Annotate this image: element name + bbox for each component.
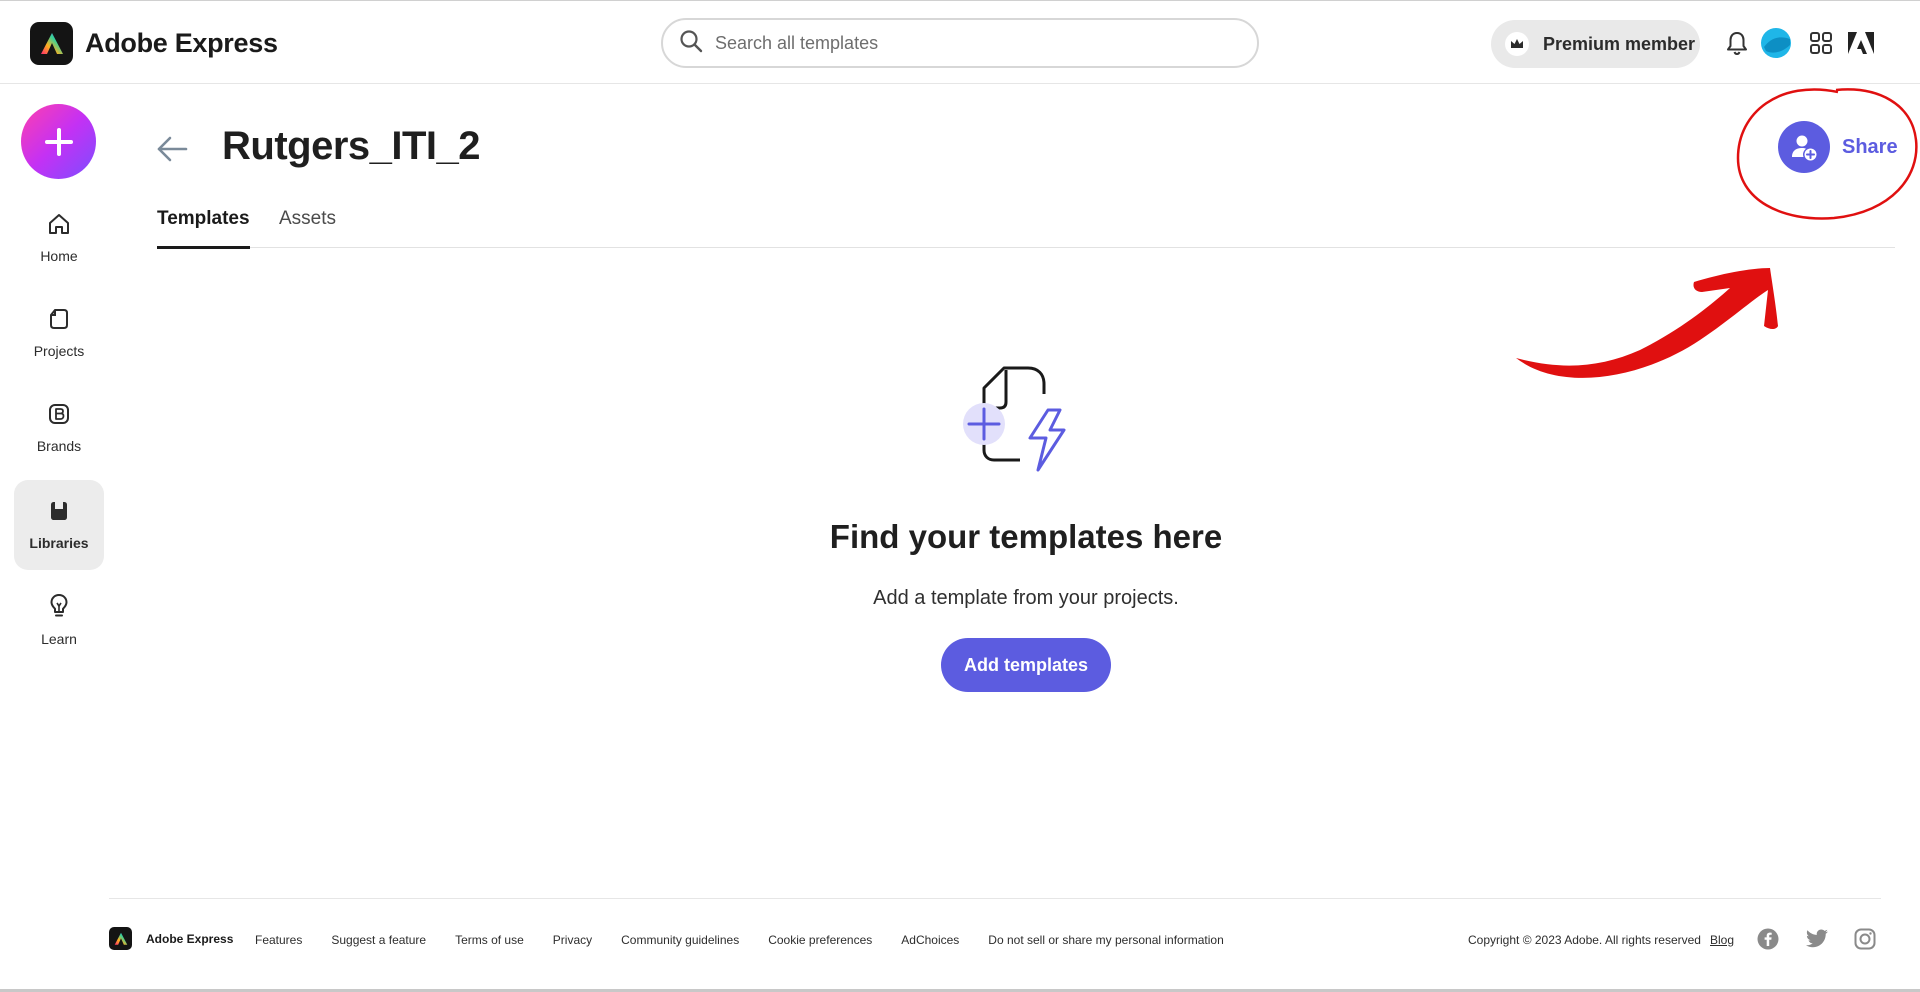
tab-bar: Templates Assets (157, 196, 1895, 249)
sidebar-item-label: Brands (36, 438, 82, 454)
adobe-express-logo-icon (30, 22, 73, 65)
empty-state-subtitle: Add a template from your projects. (873, 587, 1179, 609)
bell-icon[interactable] (1722, 28, 1752, 58)
brand[interactable]: Adobe Express (30, 22, 278, 65)
empty-state-title: Find your templates here (829, 518, 1223, 555)
top-header: Adobe Express Premium member (0, 0, 1920, 84)
add-person-icon (1778, 121, 1830, 173)
footer-link-cookie-preferences[interactable]: Cookie preferences (768, 933, 872, 947)
share-label: Share (1842, 135, 1898, 158)
instagram-icon[interactable] (1853, 927, 1877, 951)
create-new-button[interactable] (21, 104, 96, 179)
brand-name: Adobe Express (85, 28, 278, 58)
page-title: Rutgers_ITI_2 (222, 124, 481, 168)
projects-icon (47, 307, 71, 336)
back-arrow-icon[interactable] (156, 135, 188, 163)
adobe-express-logo-icon (109, 927, 132, 950)
copyright: Copyright © 2023 Adobe. All rights reser… (1468, 933, 1701, 947)
adobe-logo-icon[interactable] (1846, 28, 1876, 58)
home-icon (47, 212, 71, 241)
footer: Adobe Express Features Suggest a feature… (109, 898, 1881, 984)
premium-member-label: Premium member (1543, 33, 1696, 54)
footer-brand[interactable]: Adobe Express (109, 927, 233, 950)
sidebar-item-label: Learn (41, 631, 77, 647)
search-bar[interactable] (661, 18, 1259, 68)
search-icon (679, 29, 703, 58)
add-templates-button[interactable]: Add templates (941, 638, 1111, 692)
premium-member-button[interactable]: Premium member (1491, 20, 1700, 68)
footer-links: Features Suggest a feature Terms of use … (255, 933, 1253, 947)
tab-templates[interactable]: Templates (157, 208, 250, 249)
sidebar-item-home[interactable]: Home (14, 193, 104, 283)
facebook-icon[interactable] (1756, 927, 1780, 951)
footer-link-privacy[interactable]: Privacy (553, 933, 592, 947)
annotation-arrow (1516, 268, 1778, 378)
apps-grid-icon[interactable] (1806, 28, 1836, 58)
brands-icon (47, 402, 71, 431)
plus-icon (44, 127, 73, 156)
footer-link-adchoices[interactable]: AdChoices (901, 933, 959, 947)
footer-link-suggest-feature[interactable]: Suggest a feature (331, 933, 426, 947)
footer-link-do-not-sell[interactable]: Do not sell or share my personal informa… (988, 933, 1223, 947)
footer-link-blog[interactable]: Blog (1710, 933, 1734, 947)
empty-templates-illustration (960, 362, 1092, 478)
footer-link-terms[interactable]: Terms of use (455, 933, 524, 947)
twitter-icon[interactable] (1805, 927, 1829, 951)
footer-link-community-guidelines[interactable]: Community guidelines (621, 933, 739, 947)
search-input[interactable] (715, 32, 1235, 54)
sidebar-item-label: Home (40, 248, 78, 264)
tab-assets[interactable]: Assets (279, 208, 336, 246)
crown-icon (1505, 32, 1529, 56)
footer-brand-name: Adobe Express (146, 931, 234, 946)
sidebar-item-projects[interactable]: Projects (14, 288, 104, 378)
sidebar-item-brands[interactable]: Brands (14, 383, 104, 473)
sidebar-item-label: Projects (33, 343, 85, 359)
footer-link-features[interactable]: Features (255, 933, 302, 947)
share-button[interactable]: Share (1778, 121, 1898, 173)
avatar[interactable] (1760, 27, 1792, 59)
